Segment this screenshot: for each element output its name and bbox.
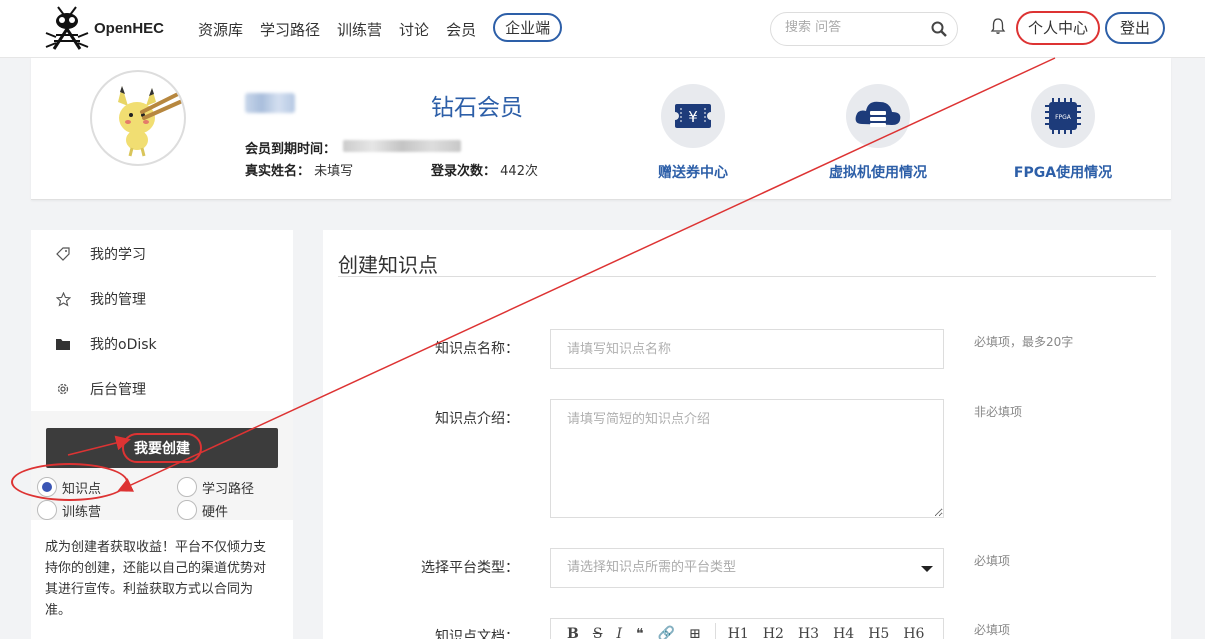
nav-resources[interactable]: 资源库: [198, 19, 243, 40]
search-icon[interactable]: [931, 21, 947, 41]
folder-icon: [56, 338, 72, 350]
radio-training-camp[interactable]: 训练营: [37, 500, 101, 520]
nav-enterprise-button[interactable]: 企业端: [493, 13, 563, 42]
sidebar-item-label: 我的管理: [90, 292, 146, 308]
image-button[interactable]: ⊞: [689, 626, 701, 639]
gear-icon: [56, 382, 72, 396]
link-button[interactable]: 🔗: [658, 626, 675, 639]
chevron-down-icon: [921, 566, 933, 572]
user-center-link[interactable]: 个人中心: [1016, 11, 1101, 45]
sidebar-item-my-management[interactable]: 我的管理: [56, 289, 146, 309]
avatar[interactable]: [90, 70, 186, 166]
sidebar-item-label: 我的oDisk: [90, 337, 157, 353]
radio-dot[interactable]: [37, 500, 57, 520]
radio-dot[interactable]: [177, 500, 197, 520]
realname-value: 未填写: [314, 164, 354, 179]
coupon-center[interactable]: ¥ 赠送券中心: [623, 84, 763, 182]
expire-value-blurred: [343, 140, 461, 152]
vm-usage[interactable]: 虚拟机使用情况: [808, 84, 948, 182]
h3-button[interactable]: H3: [798, 626, 819, 639]
sidebar: 我的学习 我的管理 我的oDisk 后台管理 我要创建 知识点 学习路径 训练营…: [11, 230, 293, 639]
star-icon: [56, 291, 72, 307]
sidebar-item-my-learning[interactable]: 我的学习: [56, 244, 146, 264]
coupon-center-label: 赠送券中心: [658, 165, 728, 181]
svg-text:¥: ¥: [688, 108, 698, 126]
profile-card: 钻石会员 会员到期时间： 真实姓名： 未填写 登录次数： 442次 ¥ 赠送券中…: [31, 58, 1171, 200]
bell-icon[interactable]: [990, 17, 1006, 39]
h4-button[interactable]: H4: [833, 626, 854, 639]
search-input[interactable]: [785, 20, 925, 35]
h5-button[interactable]: H5: [868, 626, 889, 639]
intro-label: 知识点介绍：: [435, 411, 519, 427]
fpga-usage-label: FPGA使用情况: [1013, 165, 1113, 181]
svg-text:FPGA: FPGA: [1055, 114, 1072, 121]
sidebar-item-label: 我的学习: [90, 247, 146, 263]
create-button[interactable]: 我要创建: [46, 428, 278, 468]
platform-hint: 必填项: [974, 554, 1011, 568]
annotation-circle: [11, 463, 128, 501]
intro-hint: 非必填项: [974, 405, 1023, 419]
sidebar-item-admin[interactable]: 后台管理: [56, 379, 146, 399]
radio-learning-path[interactable]: 学习路径: [177, 477, 254, 497]
radio-label: 训练营: [62, 504, 102, 520]
login-count-label: 登录次数：: [431, 164, 497, 179]
create-form-panel: 创建知识点 知识点名称： 必填项，最多20字 知识点介绍： 非必填项 选择平台类…: [323, 230, 1171, 639]
sidebar-item-label: 后台管理: [90, 382, 146, 398]
member-level: 钻石会员: [431, 95, 523, 121]
title-divider: [338, 276, 1156, 277]
platform-select[interactable]: 请选择知识点所需的平台类型: [550, 548, 944, 588]
markdown-editor-toolbar: B S I ❝ 🔗 ⊞ H1 H2 H3 H4 H5 H6: [550, 618, 944, 639]
fpga-chip-icon: FPGA: [1031, 84, 1095, 148]
radio-label: 硬件: [202, 504, 229, 520]
radio-label: 学习路径: [202, 481, 255, 497]
nav-training-camp[interactable]: 训练营: [337, 19, 382, 40]
h6-button[interactable]: H6: [903, 626, 924, 639]
italic-button[interactable]: I: [616, 626, 622, 639]
h1-button[interactable]: H1: [728, 626, 749, 639]
fpga-usage[interactable]: FPGA FPGA使用情况: [993, 84, 1133, 182]
logo-text[interactable]: OpenHEC: [94, 20, 164, 37]
page-title: 创建知识点: [338, 253, 438, 277]
main-nav: 资源库 学习路径 训练营 讨论 会员 企业端: [198, 13, 563, 42]
realname-row: 真实姓名： 未填写: [245, 160, 353, 179]
vm-usage-label: 虚拟机使用情况: [829, 165, 927, 181]
name-hint: 必填项，最多20字: [974, 335, 1074, 349]
ant-logo-icon[interactable]: [44, 5, 90, 53]
platform-label: 选择平台类型：: [421, 560, 519, 576]
realname-label: 真实姓名：: [245, 164, 311, 179]
document-hint: 必填项: [974, 623, 1011, 637]
login-count-value: 442次: [500, 164, 538, 179]
login-count-row: 登录次数： 442次: [431, 160, 538, 179]
strikethrough-button[interactable]: S: [593, 626, 603, 639]
top-navbar: OpenHEC 资源库 学习路径 训练营 讨论 会员 企业端 个人中心 登出: [0, 0, 1205, 58]
nav-learning-path[interactable]: 学习路径: [260, 19, 320, 40]
name-input[interactable]: [550, 329, 944, 369]
name-label: 知识点名称：: [435, 341, 519, 357]
tag-icon: [56, 247, 72, 261]
logout-button[interactable]: 登出: [1105, 12, 1166, 44]
nav-membership[interactable]: 会员: [446, 19, 476, 40]
sidebar-item-my-odisk[interactable]: 我的oDisk: [56, 334, 157, 354]
bold-button[interactable]: B: [567, 626, 579, 639]
create-button-label: 我要创建: [122, 433, 202, 463]
expire-label: 会员到期时间：: [245, 142, 337, 157]
username-blurred: [245, 93, 295, 113]
cloud-server-icon: [846, 84, 910, 148]
promo-text: 成为创建者获取收益！平台不仅倾力支持你的创建，还能以自己的渠道优势对其进行宣传。…: [45, 540, 267, 618]
nav-discussion[interactable]: 讨论: [399, 19, 429, 40]
h2-button[interactable]: H2: [763, 626, 784, 639]
radio-dot[interactable]: [177, 477, 197, 497]
platform-select-placeholder: 请选择知识点所需的平台类型: [567, 560, 737, 575]
toolbar-divider: [714, 622, 716, 639]
document-label: 知识点文档：: [435, 629, 519, 639]
quote-button[interactable]: ❝: [636, 626, 644, 639]
ticket-icon: ¥: [661, 84, 725, 148]
radio-hardware[interactable]: 硬件: [177, 500, 228, 520]
search-box: [770, 12, 958, 46]
intro-textarea[interactable]: [550, 399, 944, 518]
